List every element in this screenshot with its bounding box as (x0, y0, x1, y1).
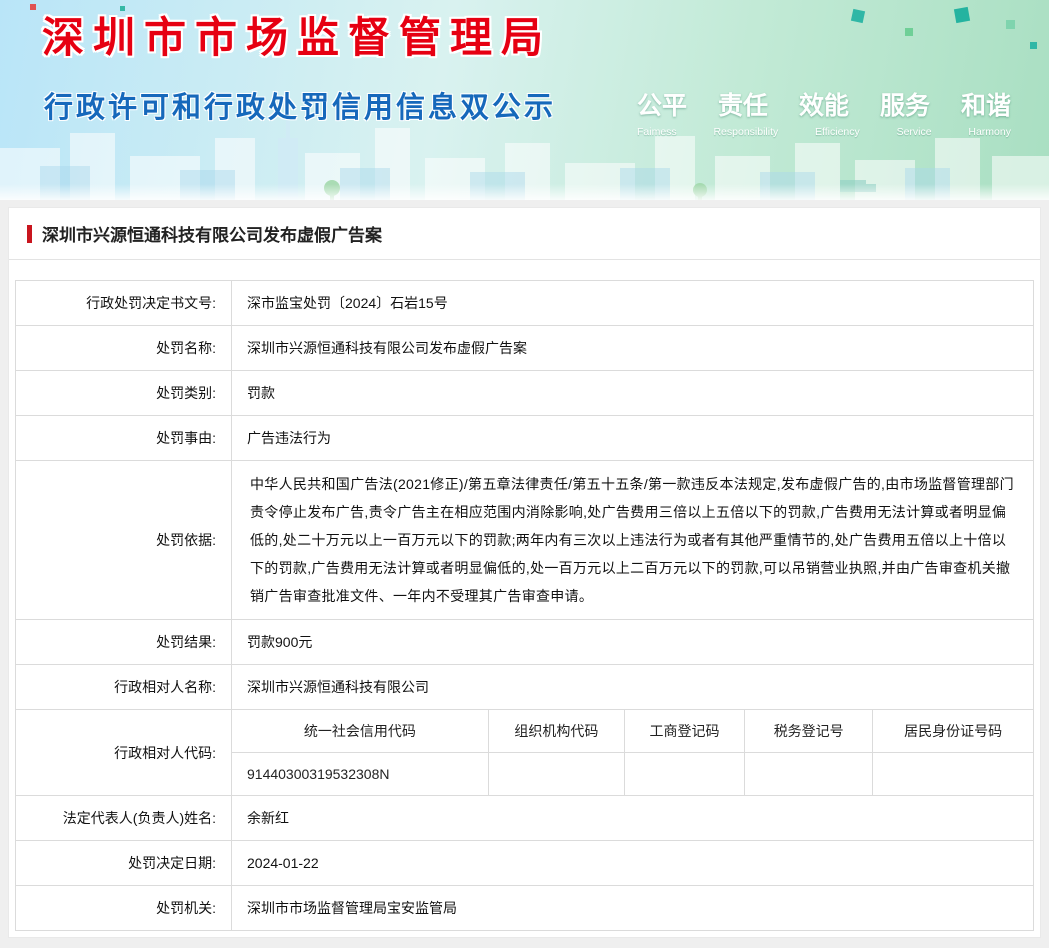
table-row-party-codes: 行政相对人代码: 统一社会信用代码 组织机构代码 工商登记码 税务登记号 居民身… (15, 709, 1034, 796)
table-row-penalty-category: 处罚类别: 罚款 (15, 370, 1034, 416)
slogan-cn-word: 和谐 (960, 92, 1011, 120)
slogan-cn: 公平 责任 效能 服务 和谐 (637, 86, 1011, 122)
site-subtitle: 行政许可和行政处罚信用信息双公示 (44, 92, 557, 124)
party-codes-cell: 统一社会信用代码 组织机构代码 工商登记码 税务登记号 居民身份证号码 9144… (231, 709, 1034, 796)
field-label: 处罚名称: (15, 325, 232, 371)
table-row-penalty-basis: 处罚依据: 中华人民共和国广告法(2021修正)/第五章法律责任/第五十五条/第… (15, 460, 1034, 620)
code-value (872, 752, 1033, 795)
slogan-en-word: Responsibility (713, 126, 779, 138)
slogan-cn-word: 责任 (717, 92, 768, 120)
case-title-row: 深圳市兴源恒通科技有限公司发布虚假广告案 (9, 208, 1040, 260)
slogan-block: 公平 责任 效能 服务 和谐 Faimess Responsibility Ef… (637, 86, 1011, 138)
decor-square (30, 4, 36, 10)
code-column-header: 组织机构代码 (487, 710, 625, 753)
table-row-decision-date: 处罚决定日期: 2024-01-22 (15, 840, 1034, 886)
penalty-info-section: 行政处罚决定书文号: 深市监宝处罚〔2024〕石岩15号 处罚名称: 深圳市兴源… (9, 260, 1040, 937)
field-label: 处罚决定日期: (15, 840, 232, 886)
table-row-penalty-result: 处罚结果: 罚款900元 (15, 619, 1034, 665)
code-column-header: 统一社会信用代码 (232, 710, 489, 753)
decor-square (1030, 42, 1037, 49)
field-value: 罚款 (231, 370, 1034, 416)
party-codes-header-row: 统一社会信用代码 组织机构代码 工商登记码 税务登记号 居民身份证号码 (232, 710, 1033, 753)
field-value: 罚款900元 (231, 619, 1034, 665)
title-accent-bar (27, 224, 32, 243)
party-codes-value-row: 91440300319532308N (232, 752, 1033, 795)
table-row-penalty-reason: 处罚事由: 广告违法行为 (15, 415, 1034, 461)
field-value: 广告违法行为 (231, 415, 1034, 461)
table-row-legal-representative: 法定代表人(负责人)姓名: 余新红 (15, 795, 1034, 841)
field-label: 行政相对人名称: (15, 664, 232, 710)
code-value (744, 752, 874, 795)
field-label: 处罚依据: (15, 460, 232, 620)
code-value: 91440300319532308N (232, 752, 489, 795)
code-value (623, 752, 746, 795)
slogan-cn-word: 效能 (798, 92, 849, 120)
field-value: 深圳市市场监督管理局宝安监管局 (231, 885, 1034, 931)
decor-square (905, 28, 913, 36)
table-row-party-name: 行政相对人名称: 深圳市兴源恒通科技有限公司 (15, 664, 1034, 710)
site-banner: 深圳市市场监督管理局 行政许可和行政处罚信用信息双公示 公平 责任 效能 服务 … (0, 0, 1049, 200)
field-value: 深圳市兴源恒通科技有限公司 (231, 664, 1034, 710)
field-value: 2024-01-22 (231, 840, 1034, 886)
page: 深圳市市场监督管理局 行政许可和行政处罚信用信息双公示 公平 责任 效能 服务 … (0, 0, 1049, 938)
decor-square (953, 6, 971, 24)
field-label: 法定代表人(负责人)姓名: (15, 795, 232, 841)
content-panel: 深圳市兴源恒通科技有限公司发布虚假广告案 行政处罚决定书文号: 深市监宝处罚〔2… (8, 207, 1041, 938)
penalty-info-table: 行政处罚决定书文号: 深市监宝处罚〔2024〕石岩15号 处罚名称: 深圳市兴源… (15, 280, 1034, 931)
field-label: 处罚机关: (15, 885, 232, 931)
case-title: 深圳市兴源恒通科技有限公司发布虚假广告案 (42, 226, 382, 245)
table-row-decision-number: 行政处罚决定书文号: 深市监宝处罚〔2024〕石岩15号 (15, 280, 1034, 326)
field-value: 余新红 (231, 795, 1034, 841)
field-label: 处罚事由: (15, 415, 232, 461)
slogan-en-word: Efficiency (815, 126, 860, 138)
field-label: 行政处罚决定书文号: (15, 280, 232, 326)
table-row-penalty-name: 处罚名称: 深圳市兴源恒通科技有限公司发布虚假广告案 (15, 325, 1034, 371)
site-title: 深圳市市场监督管理局 (42, 14, 553, 61)
slogan-cn-word: 公平 (637, 92, 688, 120)
decor-square (1006, 20, 1015, 29)
party-codes-table: 统一社会信用代码 组织机构代码 工商登记码 税务登记号 居民身份证号码 9144… (232, 710, 1033, 795)
decor-square (850, 8, 866, 24)
field-label: 行政相对人代码: (15, 709, 232, 796)
slogan-cn-word: 服务 (879, 92, 930, 120)
slogan-en-word: Service (896, 126, 932, 138)
code-value (487, 752, 625, 795)
slogan-en-word: Harmony (968, 126, 1011, 138)
code-column-header: 工商登记码 (623, 710, 746, 753)
code-column-header: 税务登记号 (744, 710, 874, 753)
code-column-header: 居民身份证号码 (872, 710, 1033, 753)
slogan-en-word: Faimess (637, 126, 677, 138)
slogan-en: Faimess Responsibility Efficiency Servic… (637, 126, 1011, 138)
field-value: 中华人民共和国广告法(2021修正)/第五章法律责任/第五十五条/第一款违反本法… (231, 460, 1034, 620)
field-value: 深圳市兴源恒通科技有限公司发布虚假广告案 (231, 325, 1034, 371)
table-row-penalty-authority: 处罚机关: 深圳市市场监督管理局宝安监管局 (15, 885, 1034, 931)
field-label: 处罚结果: (15, 619, 232, 665)
field-value: 深市监宝处罚〔2024〕石岩15号 (231, 280, 1034, 326)
field-label: 处罚类别: (15, 370, 232, 416)
